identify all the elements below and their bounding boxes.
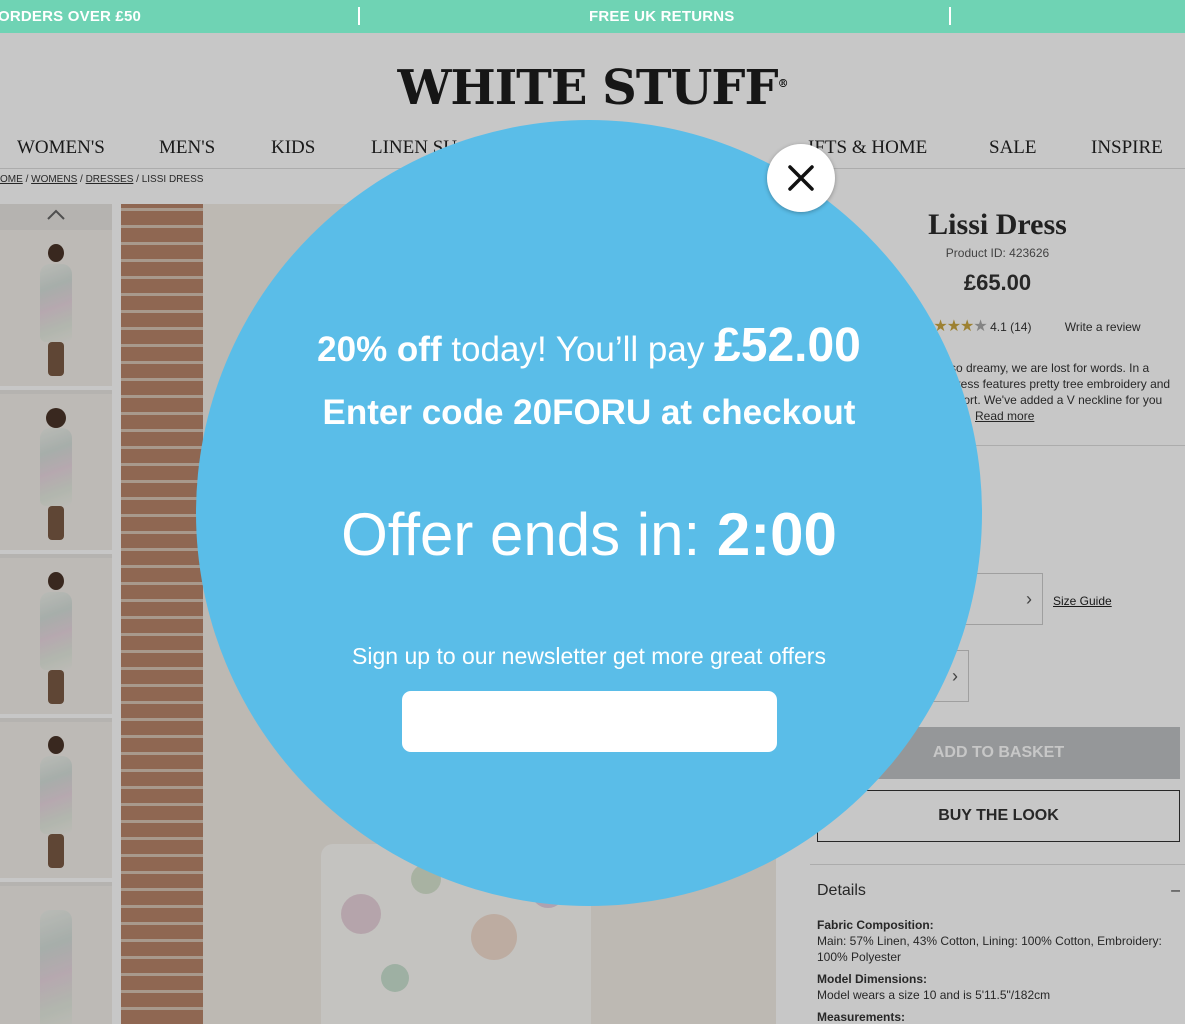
close-modal-button[interactable] (767, 144, 835, 212)
promo-divider (358, 7, 360, 25)
promo-bar: ORDERS OVER £50 FREE UK RETURNS (0, 0, 1185, 33)
close-icon (788, 165, 814, 191)
newsletter-text: Sign up to our newsletter get more great… (352, 643, 826, 669)
countdown-timer: 2:00 (716, 501, 837, 568)
discount-text: today! You’ll pay (441, 330, 715, 369)
countdown-line: Offer ends in: 2:00 (196, 500, 982, 569)
promo-divider (949, 7, 951, 25)
offer-modal: 20% off today! You’ll pay £52.00 Enter c… (196, 120, 982, 906)
promo-code-text: Enter code 20FORU at checkout (322, 393, 856, 432)
discount-percent: 20% off (317, 330, 442, 369)
promo-returns-text: FREE UK RETURNS (589, 8, 735, 25)
newsletter-email-input[interactable] (402, 691, 777, 752)
discounted-price: £52.00 (714, 319, 861, 372)
discount-line: 20% off today! You’ll pay £52.00 (196, 318, 982, 373)
offer-ends-label: Offer ends in: (341, 501, 717, 568)
promo-orders-text: ORDERS OVER £50 (0, 8, 142, 25)
